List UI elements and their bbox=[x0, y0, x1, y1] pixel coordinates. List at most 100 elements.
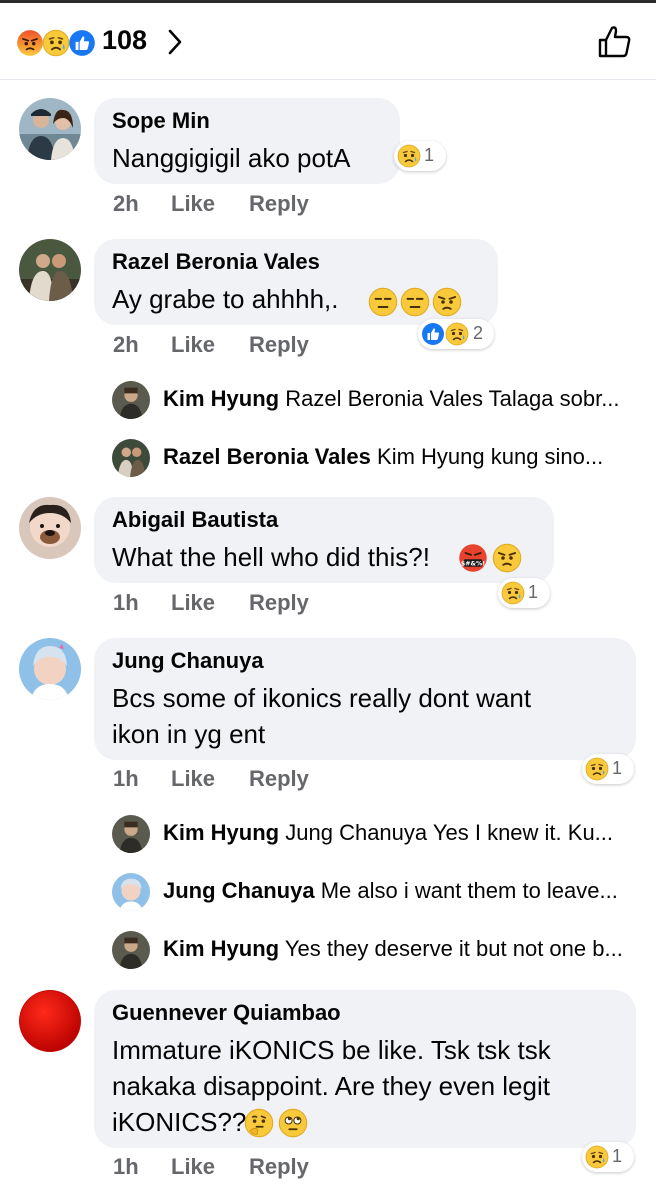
reply-text: Me also i want them to leave... bbox=[320, 878, 618, 903]
reaction-count: 1 bbox=[528, 582, 539, 602]
comment-bubble[interactable]: Abigail Bautista What the hell who did t… bbox=[94, 497, 554, 583]
like-reaction-icon bbox=[422, 323, 444, 345]
reply-line: Kim Hyung Yes they deserve it but not on… bbox=[163, 936, 641, 962]
reply-author[interactable]: Razel Beronia Vales bbox=[163, 444, 371, 469]
reply-preview[interactable]: Jung Chanuya Me also i want them to leav… bbox=[112, 872, 642, 912]
comment-text-line: Immature iKONICS be like. Tsk tsk tsk bbox=[112, 1035, 551, 1065]
comment-text-line: Bcs some of ikonics really dont want bbox=[112, 683, 532, 713]
thinking-emoji-icon bbox=[244, 1108, 274, 1138]
comment-time: 1h bbox=[113, 590, 139, 615]
comment-time: 1h bbox=[113, 766, 139, 791]
like-reaction-icon bbox=[69, 30, 95, 56]
avatar[interactable] bbox=[112, 873, 150, 911]
profile-photo bbox=[112, 873, 150, 911]
avatar[interactable] bbox=[112, 931, 150, 969]
reaction-count: 1 bbox=[612, 758, 623, 778]
sad-reaction-icon bbox=[585, 757, 609, 781]
profile-photo bbox=[112, 439, 150, 477]
reply-line: Razel Beronia Vales Kim Hyung kung sino.… bbox=[163, 444, 641, 470]
comment-author[interactable]: Abigail Bautista bbox=[112, 507, 278, 533]
comment-text-line: nakaka disappoint. Are they even legit bbox=[112, 1071, 550, 1101]
avatar[interactable] bbox=[19, 239, 81, 301]
reply-line: Kim Hyung Jung Chanuya Yes I knew it. Ku… bbox=[163, 820, 641, 846]
reply-text: Kim Hyung kung sino... bbox=[377, 444, 604, 469]
reply-button[interactable]: Reply bbox=[249, 332, 309, 358]
reply-line: Kim Hyung Razel Beronia Vales Talaga sob… bbox=[163, 386, 641, 412]
comment-time: 2h bbox=[113, 332, 139, 357]
comment-bubble[interactable]: Jung Chanuya Bcs some of ikonics really … bbox=[94, 638, 636, 760]
reply-preview[interactable]: Kim Hyung Razel Beronia Vales Talaga sob… bbox=[112, 380, 642, 420]
profile-photo bbox=[19, 990, 81, 1052]
sad-reaction-icon bbox=[501, 581, 525, 605]
thumbs-up-outline-icon[interactable] bbox=[596, 23, 634, 61]
reply-author[interactable]: Kim Hyung bbox=[163, 936, 279, 961]
comment-bubble[interactable]: Razel Beronia Vales Ay grabe to ahhhh,. bbox=[94, 239, 498, 325]
comment-time: 2h bbox=[113, 191, 139, 216]
like-button[interactable]: Like bbox=[171, 590, 215, 616]
avatar[interactable] bbox=[19, 638, 81, 700]
comment-text-line: ikon in yg ent bbox=[112, 719, 266, 749]
reply-preview[interactable]: Razel Beronia Vales Kim Hyung kung sino.… bbox=[112, 438, 642, 478]
reply-line: Jung Chanuya Me also i want them to leav… bbox=[163, 878, 641, 904]
chevron-right-icon[interactable] bbox=[166, 27, 184, 57]
pouting-emoji-icon bbox=[432, 287, 462, 317]
sad-reaction-icon bbox=[397, 144, 421, 168]
reply-button[interactable]: Reply bbox=[249, 1154, 309, 1180]
like-button[interactable]: Like bbox=[171, 332, 215, 358]
rolling-eyes-emoji-icon bbox=[278, 1108, 308, 1138]
angry-reaction-icon bbox=[16, 29, 44, 57]
comment-reaction-badge[interactable]: 1 bbox=[582, 1142, 634, 1172]
comment-text-line: iKONICS?? bbox=[112, 1107, 247, 1137]
reply-button[interactable]: Reply bbox=[249, 191, 309, 217]
reply-preview[interactable]: Kim Hyung Jung Chanuya Yes I knew it. Ku… bbox=[112, 814, 642, 854]
comment-author[interactable]: Jung Chanuya bbox=[112, 648, 264, 674]
reply-text: Razel Beronia Vales Talaga sobr... bbox=[285, 386, 620, 411]
avatar[interactable] bbox=[112, 815, 150, 853]
reply-text: Yes they deserve it but not one b... bbox=[284, 936, 623, 961]
comment-text: Nanggigigil ako potA bbox=[112, 143, 351, 173]
avatar[interactable] bbox=[112, 439, 150, 477]
reply-author[interactable]: Jung Chanuya bbox=[163, 878, 315, 903]
reply-preview[interactable]: Kim Hyung Yes they deserve it but not on… bbox=[112, 930, 642, 970]
comment-reaction-badge[interactable]: 1 bbox=[394, 141, 446, 171]
comment-author[interactable]: Sope Min bbox=[112, 108, 210, 134]
pouting-emoji-icon bbox=[492, 543, 522, 573]
sad-reaction-icon bbox=[445, 322, 469, 346]
reply-text: Jung Chanuya Yes I knew it. Ku... bbox=[285, 820, 614, 845]
comment-author[interactable]: Guennever Quiambao bbox=[112, 1000, 341, 1026]
reply-button[interactable]: Reply bbox=[249, 590, 309, 616]
comment-author[interactable]: Razel Beronia Vales bbox=[112, 249, 320, 275]
like-button[interactable]: Like bbox=[171, 191, 215, 217]
avatar[interactable] bbox=[19, 497, 81, 559]
profile-photo bbox=[112, 931, 150, 969]
reply-author[interactable]: Kim Hyung bbox=[163, 386, 279, 411]
like-button[interactable]: Like bbox=[171, 766, 215, 792]
reply-author[interactable]: Kim Hyung bbox=[163, 820, 279, 845]
profile-photo bbox=[19, 638, 81, 700]
comment-bubble[interactable]: Guennever Quiambao Immature iKONICS be l… bbox=[94, 990, 636, 1148]
reactions-header[interactable]: 108 bbox=[0, 3, 656, 80]
cursing-emoji-icon bbox=[458, 543, 488, 573]
profile-photo bbox=[112, 381, 150, 419]
avatar[interactable] bbox=[19, 98, 81, 160]
comment-reaction-badge[interactable]: 1 bbox=[582, 754, 634, 784]
avatar[interactable] bbox=[112, 381, 150, 419]
comment-reaction-badge[interactable]: 2 bbox=[418, 319, 494, 349]
avatar[interactable] bbox=[19, 990, 81, 1052]
comment-time: 1h bbox=[113, 1154, 139, 1179]
reaction-count: 1 bbox=[612, 1146, 623, 1166]
comment-reaction-badge[interactable]: 1 bbox=[498, 578, 550, 608]
profile-photo bbox=[19, 497, 81, 559]
comment-text: What the hell who did this?! bbox=[112, 542, 430, 572]
reaction-count[interactable]: 108 bbox=[102, 25, 147, 56]
profile-photo bbox=[19, 98, 81, 160]
reaction-count: 1 bbox=[424, 145, 435, 165]
like-button[interactable]: Like bbox=[171, 1154, 215, 1180]
sad-reaction-icon bbox=[585, 1145, 609, 1169]
comment-bubble[interactable]: Sope Min Nanggigigil ako potA bbox=[94, 98, 400, 184]
profile-photo bbox=[112, 815, 150, 853]
reply-button[interactable]: Reply bbox=[249, 766, 309, 792]
reaction-count: 2 bbox=[473, 323, 484, 343]
expressionless-emoji-icon bbox=[368, 287, 398, 317]
comment-text: Ay grabe to ahhhh,. bbox=[112, 284, 339, 314]
